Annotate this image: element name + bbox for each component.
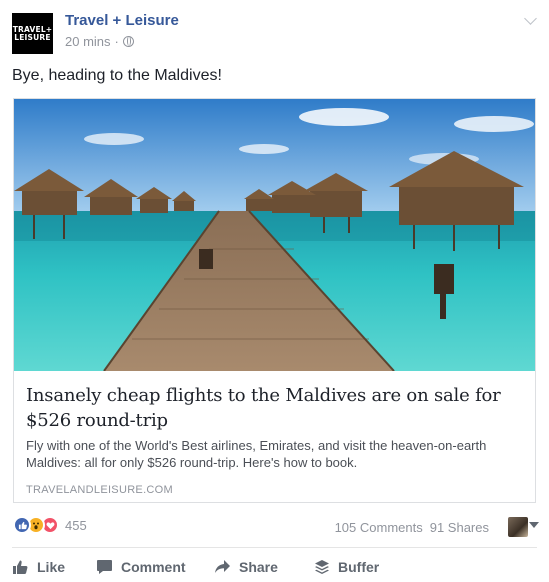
link-title[interactable]: Insanely cheap flights to the Maldives a…: [26, 383, 525, 433]
like-button[interactable]: Like: [12, 559, 96, 575]
feed-post: TRAVEL+ LEISURE Travel + Leisure 20 mins…: [0, 0, 549, 582]
page-name-link[interactable]: Travel + Leisure: [65, 12, 179, 29]
post-status-text: Bye, heading to the Maldives!: [12, 67, 222, 84]
post-action-bar: Like Comment Share Buffer: [12, 556, 537, 578]
engagement-counts: 105 Comments 91 Shares: [335, 520, 489, 535]
link-preview-body[interactable]: Insanely cheap flights to the Maldives a…: [14, 371, 535, 502]
chevron-down-icon[interactable]: [524, 12, 537, 25]
share-label: Share: [239, 559, 278, 575]
thumbs-up-icon: [13, 560, 28, 574]
globe-icon[interactable]: [122, 36, 134, 47]
share-arrow-icon: [215, 560, 230, 573]
page-avatar[interactable]: TRAVEL+ LEISURE: [12, 13, 53, 54]
comment-bubble-icon: [97, 560, 112, 574]
link-description: Fly with one of the World's Best airline…: [26, 438, 487, 470]
divider: [12, 547, 537, 548]
reaction-count: 455: [65, 517, 87, 533]
like-label: Like: [37, 559, 66, 575]
like-reaction-icon: [13, 516, 31, 534]
link-preview-card[interactable]: Insanely cheap flights to the Maldives a…: [13, 98, 536, 503]
avatar-logo-line2: LEISURE: [14, 32, 51, 42]
timestamp[interactable]: 20 mins: [65, 34, 111, 49]
shares-count-link[interactable]: 91 Shares: [430, 520, 489, 535]
viewer-avatar[interactable]: [508, 517, 528, 537]
buffer-button[interactable]: Buffer: [314, 559, 379, 575]
share-button[interactable]: Share: [214, 559, 314, 575]
link-domain: TRAVELANDLEISURE.COM: [26, 484, 173, 496]
post-meta: 20 mins ·: [65, 34, 134, 49]
buffer-stack-icon: [315, 560, 329, 574]
comment-label: Comment: [121, 559, 186, 575]
link-preview-image[interactable]: [14, 99, 535, 371]
reactions-summary[interactable]: 455: [13, 516, 87, 534]
meta-separator: ·: [114, 34, 119, 49]
comments-count-link[interactable]: 105 Comments: [335, 520, 423, 535]
caret-down-icon[interactable]: [529, 522, 539, 528]
buffer-label: Buffer: [338, 559, 380, 575]
comment-button[interactable]: Comment: [96, 559, 214, 575]
